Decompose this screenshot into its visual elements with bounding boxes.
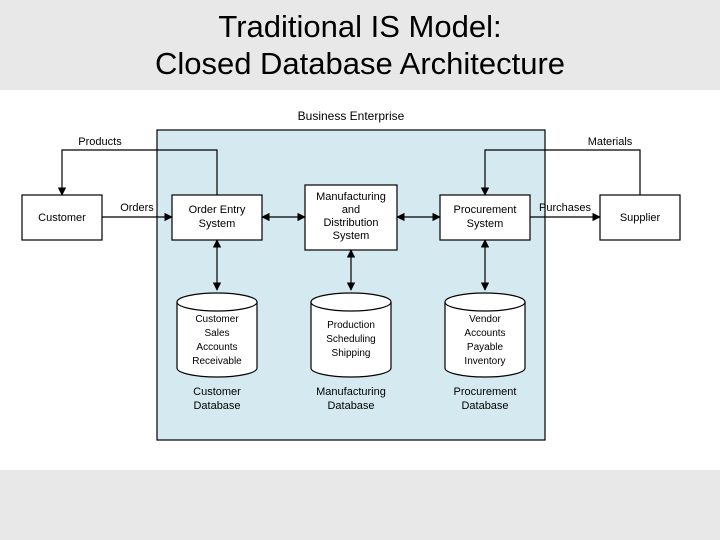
manufacturing-db-cylinder: Production Scheduling Shipping (311, 293, 391, 377)
customer-db-cylinder: Customer Sales Accounts Receivable (177, 293, 257, 377)
svg-text:and: and (342, 204, 360, 216)
svg-text:Inventory: Inventory (464, 356, 505, 367)
svg-text:Manufacturing: Manufacturing (316, 191, 386, 203)
title-line2: Closed Database Architecture (155, 46, 565, 81)
svg-text:Scheduling: Scheduling (326, 334, 375, 345)
svg-text:Orders: Orders (120, 202, 154, 214)
svg-text:Products: Products (78, 136, 122, 148)
svg-text:System: System (199, 218, 236, 230)
svg-text:Supplier: Supplier (620, 212, 661, 224)
svg-text:Accounts: Accounts (196, 342, 237, 353)
svg-text:System: System (467, 218, 504, 230)
svg-text:Customer: Customer (195, 314, 239, 325)
supplier-box: Supplier (600, 195, 680, 240)
svg-text:Order Entry: Order Entry (189, 204, 246, 216)
slide-footer (0, 470, 720, 540)
svg-text:System: System (333, 230, 370, 242)
procurement-db-label-l2: Database (461, 400, 508, 412)
svg-text:Materials: Materials (588, 136, 633, 148)
svg-text:Production: Production (327, 320, 375, 331)
svg-text:Procurement: Procurement (454, 204, 517, 216)
svg-text:Purchases: Purchases (539, 202, 591, 214)
slide-title: Traditional IS Model: Closed Database Ar… (0, 0, 720, 90)
manufacturing-box: Manufacturing and Distribution System (305, 185, 397, 250)
svg-text:Sales: Sales (204, 328, 229, 339)
order-entry-box: Order Entry System (172, 195, 262, 240)
svg-text:Receivable: Receivable (192, 356, 242, 367)
svg-text:Vendor: Vendor (469, 314, 501, 325)
svg-text:Shipping: Shipping (332, 348, 371, 359)
procurement-db-label-l1: Procurement (454, 386, 517, 398)
diagram-canvas: Business Enterprise Customer Order Entry… (0, 90, 720, 470)
svg-text:Accounts: Accounts (464, 328, 505, 339)
diagram-title: Business Enterprise (298, 109, 405, 123)
svg-text:Distribution: Distribution (323, 217, 378, 229)
procurement-db-cylinder: Vendor Accounts Payable Inventory (445, 293, 525, 377)
procurement-box: Procurement System (440, 195, 530, 240)
manufacturing-db-label-l1: Manufacturing (316, 386, 386, 398)
svg-text:Customer: Customer (38, 212, 86, 224)
title-line1: Traditional IS Model: (218, 9, 501, 44)
customer-db-label-l1: Customer (193, 386, 241, 398)
customer-db-label-l2: Database (193, 400, 240, 412)
svg-text:Payable: Payable (467, 342, 504, 353)
manufacturing-db-label-l2: Database (327, 400, 374, 412)
customer-box: Customer (22, 195, 102, 240)
